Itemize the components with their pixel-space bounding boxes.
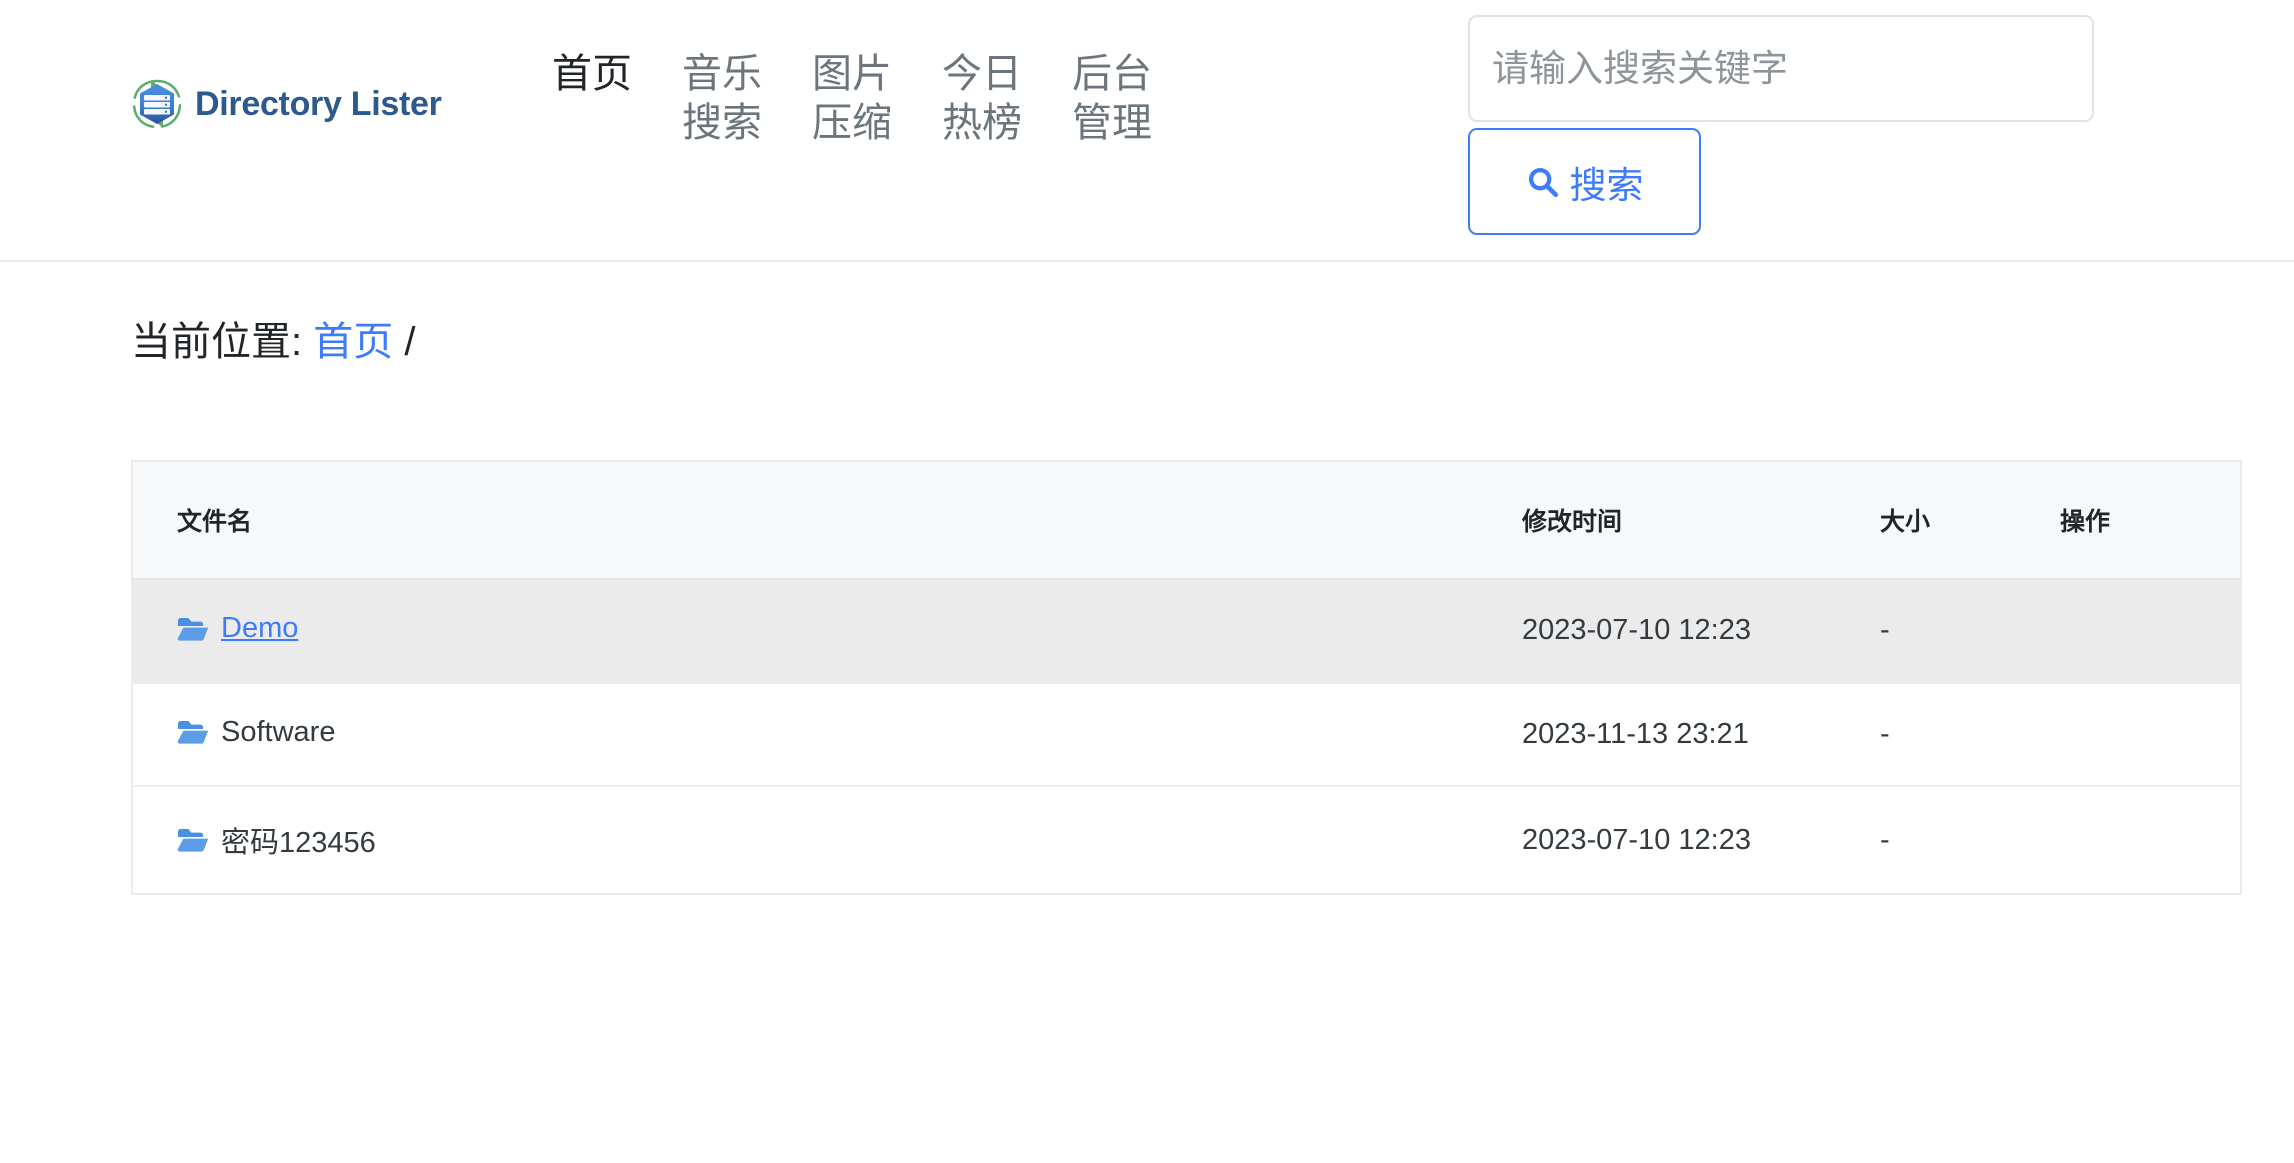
cell-size: - [1880, 681, 2060, 786]
nav-item-image-compress[interactable]: 图片压缩 [812, 50, 942, 148]
table-row[interactable]: 密码123456 2023-07-10 12:23 - [132, 785, 2241, 894]
site-header: Directory Lister 首页 音乐搜索 图片压缩 今日热榜 后台管理 [0, 0, 2294, 262]
column-header-modified[interactable]: 修改时间 [1522, 461, 1880, 580]
breadcrumb-label: 当前位置: [131, 320, 303, 364]
file-link[interactable]: Demo [177, 612, 298, 645]
cell-action [2060, 681, 2241, 786]
nav-link-home[interactable]: 首页 [552, 50, 632, 99]
file-link[interactable]: Software [177, 716, 335, 749]
search-input[interactable] [1468, 15, 2094, 122]
cell-size: - [1880, 579, 2060, 683]
cell-modified: 2023-07-10 12:23 [1522, 579, 1880, 683]
cell-filename: 密码123456 [132, 785, 1522, 894]
file-listing: 文件名 修改时间 大小 操作 Demo 2023-07-10 12:23 - S… [131, 460, 2242, 895]
search-button-label: 搜索 [1569, 164, 1644, 206]
cell-action [2060, 579, 2241, 683]
column-header-filename[interactable]: 文件名 [132, 461, 1522, 580]
nav-link-admin[interactable]: 后台管理 [1072, 50, 1184, 148]
brand-name: Directory Lister [195, 85, 442, 123]
file-name: 密码123456 [221, 827, 376, 859]
nav-item-today-hot[interactable]: 今日热榜 [942, 50, 1072, 148]
cell-size: - [1880, 785, 2060, 894]
nav-item-admin[interactable]: 后台管理 [1072, 50, 1202, 148]
directory-lister-logo-icon [131, 78, 183, 130]
file-table-body: Demo 2023-07-10 12:23 - Software 2023-11… [132, 579, 2241, 894]
cell-filename: Demo [132, 579, 1522, 683]
file-link[interactable]: 密码123456 [177, 819, 376, 861]
cell-action [2060, 785, 2241, 894]
search-button[interactable]: 搜索 [1468, 128, 1701, 235]
cell-modified: 2023-11-13 23:21 [1522, 681, 1880, 786]
file-table-head: 文件名 修改时间 大小 操作 [132, 461, 2241, 580]
main-navigation: 首页 音乐搜索 图片压缩 今日热榜 后台管理 [552, 50, 1202, 148]
table-header-row: 文件名 修改时间 大小 操作 [132, 461, 2241, 580]
nav-link-today-hot[interactable]: 今日热榜 [942, 50, 1054, 148]
file-name: Software [221, 715, 336, 748]
column-header-size[interactable]: 大小 [1880, 461, 2060, 580]
breadcrumb-separator: / [404, 320, 416, 364]
nav-link-image-compress[interactable]: 图片压缩 [812, 50, 924, 148]
folder-icon [177, 827, 209, 853]
search-icon [1526, 165, 1560, 199]
nav-item-music-search[interactable]: 音乐搜索 [682, 50, 812, 148]
brand-logo-link[interactable]: Directory Lister [131, 78, 442, 130]
search-form: 搜索 [1468, 15, 2094, 235]
cell-filename: Software [132, 681, 1522, 786]
folder-icon [177, 616, 209, 642]
breadcrumb-home-link[interactable]: 首页 [313, 320, 393, 364]
column-header-action: 操作 [2060, 461, 2241, 580]
file-table: 文件名 修改时间 大小 操作 Demo 2023-07-10 12:23 - S… [131, 460, 2242, 895]
table-row[interactable]: Software 2023-11-13 23:21 - [132, 681, 2241, 786]
folder-icon [177, 719, 209, 745]
file-name: Demo [221, 612, 299, 644]
table-row[interactable]: Demo 2023-07-10 12:23 - [132, 579, 2241, 683]
cell-modified: 2023-07-10 12:23 [1522, 785, 1880, 894]
nav-item-home[interactable]: 首页 [552, 50, 682, 99]
nav-link-music-search[interactable]: 音乐搜索 [682, 50, 794, 148]
breadcrumb: 当前位置: 首页 / [131, 320, 416, 364]
